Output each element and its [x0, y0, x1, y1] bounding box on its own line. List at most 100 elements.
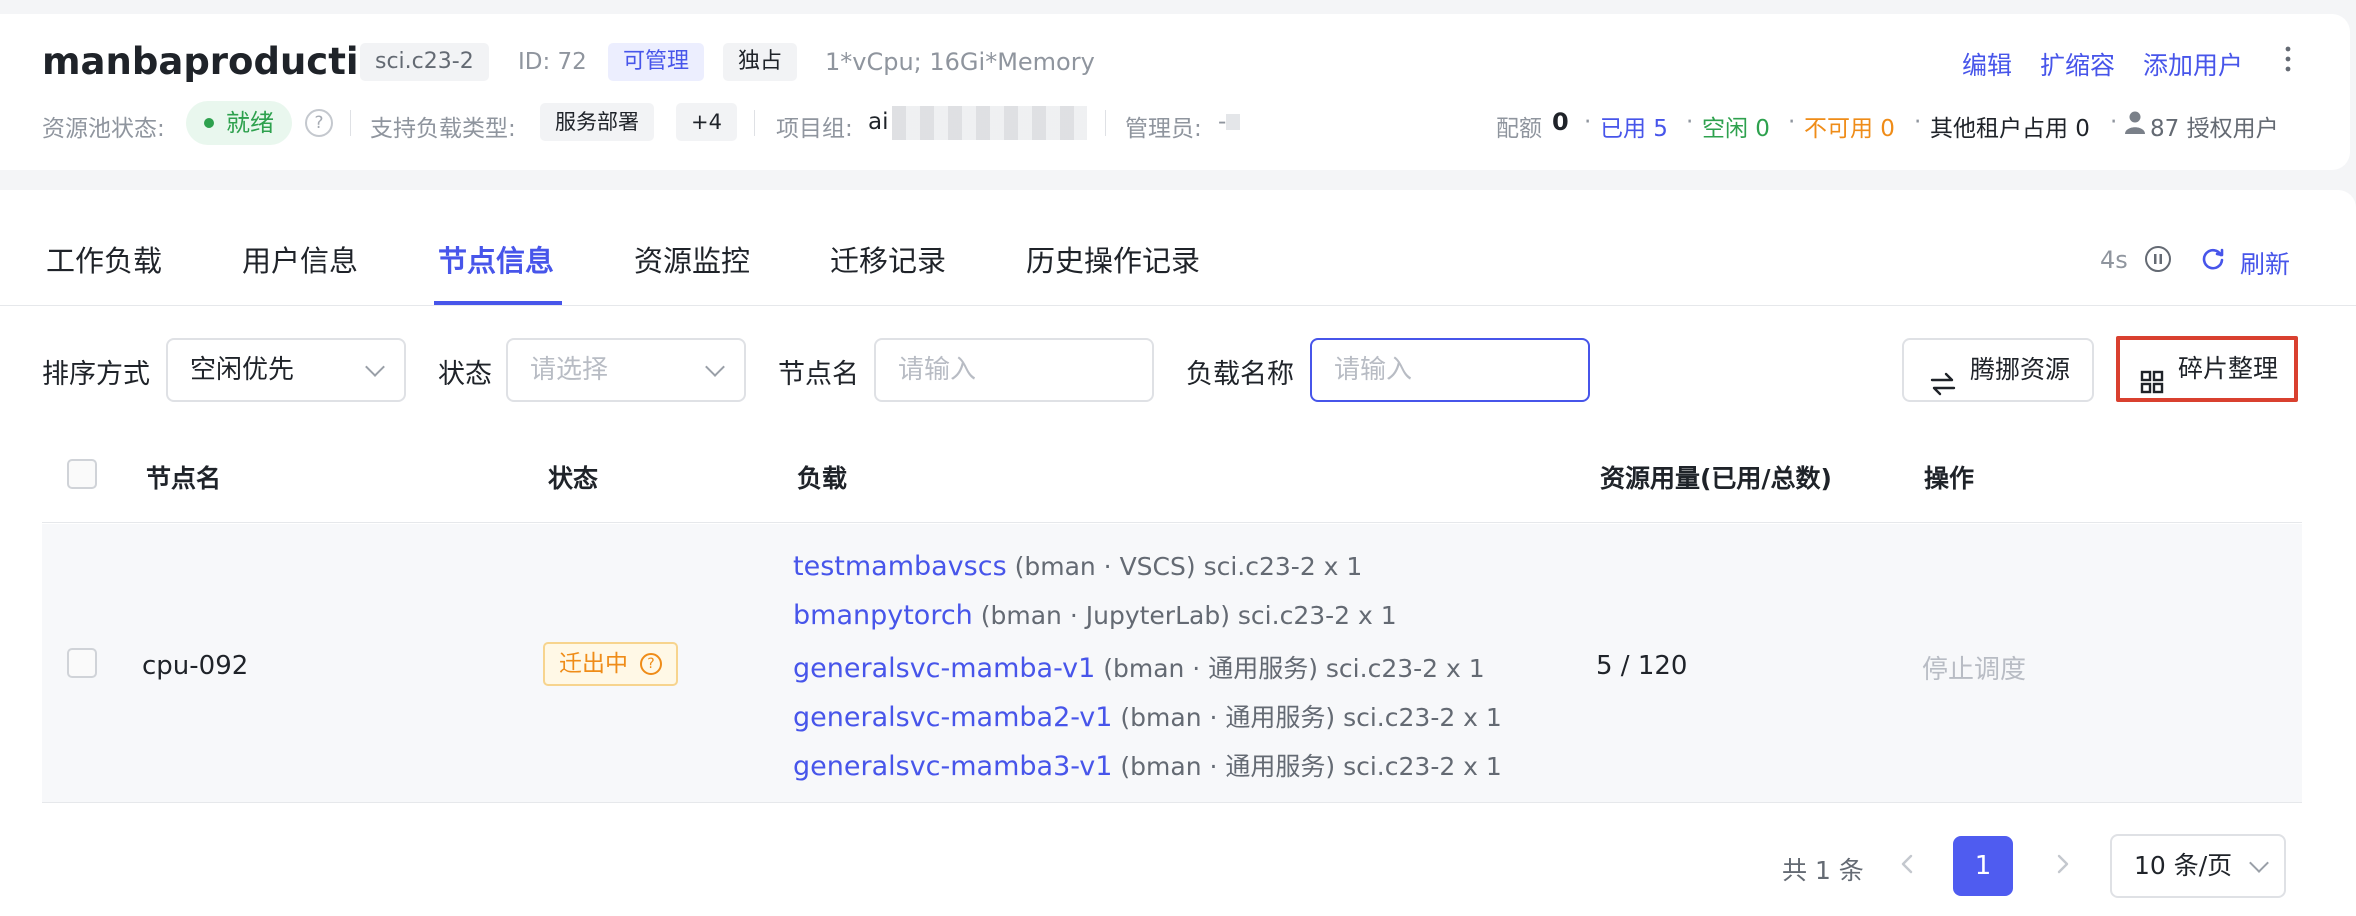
stop-scheduling-action: 停止调度 [1922, 655, 2027, 685]
page-size-value: 10 条/页 [2134, 851, 2233, 880]
load-name-link[interactable]: bmanpytorch [793, 600, 973, 631]
workload-more-tag[interactable]: +4 [676, 103, 737, 141]
node-name-label: 节点名 [778, 359, 859, 390]
status-pill: 就绪 [186, 101, 292, 145]
load-resource: sci.c23-2 x 1 [1237, 601, 1397, 630]
column-load: 负载 [797, 464, 848, 493]
refresh-button[interactable]: 刷新 [2240, 245, 2290, 281]
status-filter-label: 状态 [438, 359, 492, 390]
more-menu-icon[interactable] [2278, 44, 2298, 74]
other-tenant: 其他租户占用 0 [1930, 116, 2090, 142]
divider [1105, 110, 1106, 136]
load-meta: (bman · JupyterLab) [980, 601, 1230, 630]
dot-sep: · [1788, 109, 1796, 135]
dot-sep: · [1914, 109, 1922, 135]
load-name-input[interactable]: 请输入 [1310, 338, 1590, 402]
load-meta: (bman · VSCS) [1014, 552, 1196, 581]
load-item: generalsvc-mamba3-v1 (bman · 通用服务) sci.c… [793, 747, 1502, 783]
load-name-link[interactable]: testmambavscs [793, 551, 1007, 582]
chevron-down-icon [2249, 853, 2269, 873]
tab-migration-records[interactable]: 迁移记录 [830, 238, 946, 280]
divider [350, 110, 351, 136]
load-name-link[interactable]: generalsvc-mamba3-v1 [793, 751, 1112, 782]
load-item: testmambavscs (bman · VSCS) sci.c23-2 x … [793, 551, 1362, 582]
load-resource: sci.c23-2 x 1 [1203, 552, 1363, 581]
quota-value: 0 [1552, 108, 1569, 136]
prev-page-icon[interactable] [1896, 852, 1920, 876]
refresh-icon[interactable] [2200, 246, 2226, 272]
header-divider [42, 522, 2302, 523]
grid-icon [2140, 357, 2164, 394]
unavailable-count: 不可用 0 [1804, 116, 1895, 142]
dot-sep: · [1584, 109, 1592, 135]
load-meta: (bman · 通用服务) [1120, 703, 1336, 732]
swap-icon [1930, 358, 1956, 396]
divider [754, 110, 755, 136]
status-badge: 迁出中 ? [543, 642, 678, 686]
exclusive-tag: 独占 [723, 43, 798, 81]
tabs-divider [0, 305, 2356, 306]
status-label: 资源池状态: [42, 116, 165, 142]
sort-select-value: 空闲优先 [190, 355, 295, 385]
tab-workload[interactable]: 工作负载 [46, 238, 162, 280]
pagination-total: 共 1 条 [1782, 856, 1864, 885]
sort-label: 排序方式 [42, 359, 150, 390]
chevron-down-icon [705, 357, 725, 377]
defrag-label: 碎片整理 [2178, 354, 2279, 383]
tab-resource-monitor[interactable]: 资源监控 [634, 238, 750, 280]
next-page-icon[interactable] [2050, 852, 2074, 876]
quota-label: 配额 [1496, 116, 1542, 142]
status-value: 就绪 [226, 109, 274, 137]
status-select-placeholder: 请选择 [530, 355, 609, 385]
scale-link[interactable]: 扩缩容 [2040, 46, 2115, 82]
load-name-placeholder: 请输入 [1334, 355, 1413, 385]
load-name-link[interactable]: generalsvc-mamba-v1 [793, 653, 1095, 684]
load-meta: (bman · 通用服务) [1120, 752, 1336, 781]
node-name-cell: cpu-092 [142, 651, 249, 681]
row-divider [42, 802, 2302, 803]
transfer-resource-button[interactable]: 腾挪资源 [1902, 338, 2094, 402]
usage-cell: 5 / 120 [1596, 651, 1688, 681]
load-item: generalsvc-mamba2-v1 (bman · 通用服务) sci.c… [793, 698, 1502, 734]
project-value: ai [868, 109, 889, 135]
admin-label: 管理员: [1125, 116, 1202, 142]
load-resource: sci.c23-2 x 1 [1343, 752, 1502, 781]
redacted-block [892, 106, 1087, 140]
tab-user-info[interactable]: 用户信息 [242, 238, 358, 280]
help-icon[interactable]: ? [640, 653, 662, 675]
pause-icon[interactable] [2144, 245, 2172, 273]
column-status: 状态 [548, 464, 599, 493]
idle-count: 空闲 0 [1702, 116, 1770, 142]
load-resource: sci.c23-2 x 1 [1325, 654, 1485, 683]
node-name-placeholder: 请输入 [898, 355, 977, 385]
load-name-label: 负载名称 [1186, 359, 1294, 390]
manage-tag: 可管理 [608, 43, 705, 81]
load-item: bmanpytorch (bman · JupyterLab) sci.c23-… [793, 600, 1397, 631]
load-resource: sci.c23-2 x 1 [1343, 703, 1502, 732]
authorized-users: 87 授权用户 [2150, 116, 2279, 142]
help-icon[interactable]: ? [305, 109, 333, 137]
chevron-down-icon [365, 357, 385, 377]
spec-tag: sci.c23-2 [360, 43, 489, 81]
workload-tag: 服务部署 [540, 103, 654, 141]
row-checkbox[interactable] [67, 648, 97, 678]
pool-name: manbaproduction [42, 40, 411, 83]
page-button-current[interactable]: 1 [1953, 836, 2013, 896]
tab-operation-history[interactable]: 历史操作记录 [1026, 238, 1200, 280]
page-size-select[interactable]: 10 条/页 [2110, 834, 2286, 898]
tab-node-info[interactable]: 节点信息 [438, 238, 554, 280]
defrag-button[interactable]: 碎片整理 [2116, 336, 2298, 402]
project-label: 项目组: [776, 116, 853, 142]
status-select[interactable]: 请选择 [506, 338, 746, 402]
node-name-input[interactable]: 请输入 [874, 338, 1154, 402]
select-all-checkbox[interactable] [67, 459, 97, 489]
load-item: generalsvc-mamba-v1 (bman · 通用服务) sci.c2… [793, 649, 1485, 685]
edit-link[interactable]: 编辑 [1962, 46, 2012, 82]
pool-id: ID: 72 [518, 49, 587, 75]
load-name-link[interactable]: generalsvc-mamba2-v1 [793, 702, 1112, 733]
column-resource-usage: 资源用量(已用/总数) [1600, 464, 1832, 493]
pool-header-card [0, 14, 2350, 170]
column-actions: 操作 [1924, 464, 1975, 493]
add-user-link[interactable]: 添加用户 [2143, 46, 2243, 82]
sort-select[interactable]: 空闲优先 [166, 338, 406, 402]
